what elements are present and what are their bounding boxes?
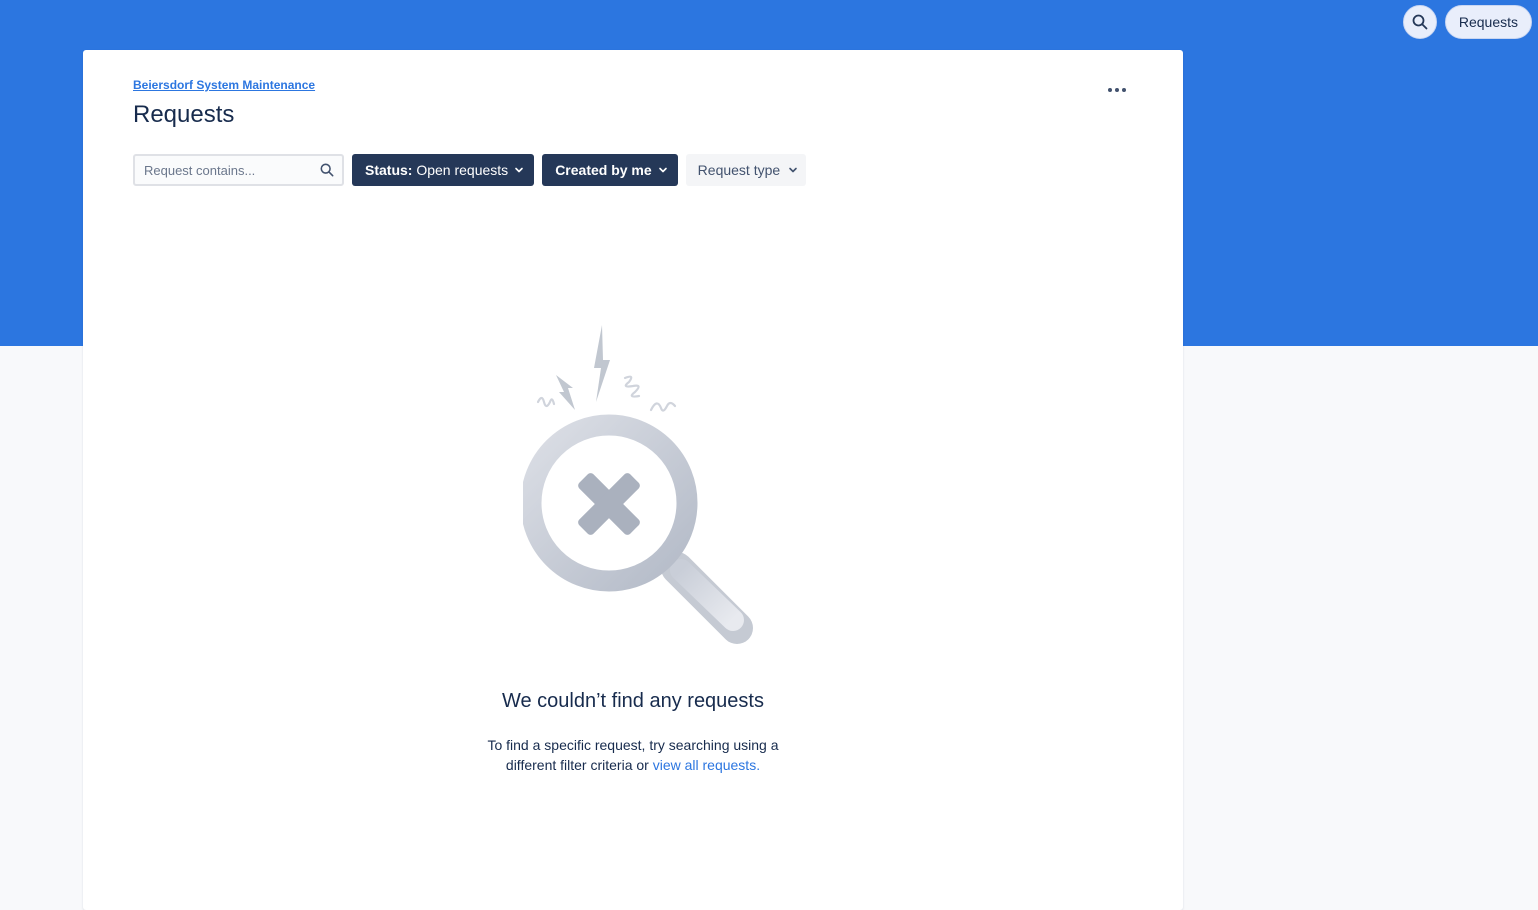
more-dot: [1122, 88, 1126, 92]
more-actions-button[interactable]: [1103, 80, 1131, 100]
chevron-down-icon: [789, 167, 797, 173]
created-by-filter-button[interactable]: Created by me: [542, 154, 678, 186]
view-all-requests-link[interactable]: view all requests: [653, 757, 757, 773]
empty-state-description: To find a specific request, try searchin…: [83, 735, 1183, 775]
requests-button[interactable]: Requests: [1444, 5, 1532, 39]
created-by-label: Created by me: [555, 162, 652, 178]
magnifier-no-results-icon: [523, 325, 753, 644]
status-filter-button[interactable]: Status: Open requests: [352, 154, 535, 186]
status-filter-text: Status: Open requests: [365, 162, 508, 178]
status-filter-label: Status:: [365, 162, 413, 178]
chevron-down-icon: [658, 167, 667, 173]
empty-state-title: We couldn’t find any requests: [501, 690, 764, 712]
more-horizontal-icon: [1108, 88, 1112, 92]
empty-state-line-2-text: different filter criteria or: [505, 757, 649, 773]
filter-bar: Status: Open requests Created by me Requ…: [133, 154, 807, 186]
empty-state-line-2: different filter criteria or view all re…: [83, 755, 1183, 775]
request-type-label: Request type: [697, 162, 781, 178]
search-icon: [1412, 14, 1428, 30]
more-dot: [1115, 88, 1119, 92]
empty-state-line-1: To find a specific request, try searchin…: [487, 737, 779, 753]
request-type-filter-button[interactable]: Request type: [685, 154, 807, 186]
page-title: Requests: [133, 101, 235, 128]
breadcrumb[interactable]: Beiersdorf System Maintenance: [133, 78, 315, 92]
status-filter-value: Open requests: [416, 162, 509, 178]
request-search-input[interactable]: [142, 161, 320, 179]
requests-card: Beiersdorf System Maintenance Requests S…: [83, 50, 1183, 910]
header-search-button[interactable]: [1402, 5, 1437, 39]
top-actions: Requests: [1402, 5, 1532, 39]
chevron-down-icon: [515, 167, 523, 173]
empty-state-period: .: [756, 757, 761, 773]
request-search-field: [133, 154, 344, 186]
search-icon[interactable]: [320, 163, 334, 177]
